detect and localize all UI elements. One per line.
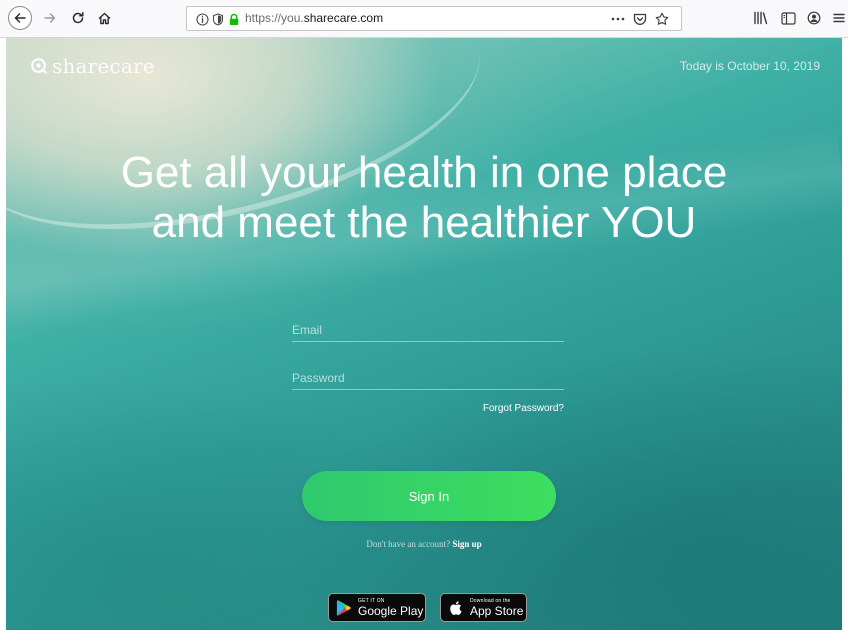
apple-icon [450,600,462,615]
account-icon[interactable] [805,9,823,27]
password-input[interactable] [292,368,564,388]
brand-name: sharecare [52,54,155,78]
email-input[interactable] [292,320,564,340]
bookmark-star-icon[interactable] [655,12,669,26]
google-play-small-text: GET IT ON [358,597,385,604]
forgot-password-link[interactable]: Forgot Password? [483,403,564,414]
headline-line-2: and meet the healthier YOU [151,198,697,247]
email-field-wrapper [292,319,564,342]
home-button[interactable] [92,6,116,30]
tracking-shield-icon[interactable] [211,12,225,26]
url-text[interactable]: https://you.sharecare.com [245,11,383,25]
app-store-small-text: Download on the [470,597,511,604]
no-account-text: Don't have an account? [366,539,451,549]
sharecare-logo[interactable]: sharecare [30,54,155,78]
lock-icon[interactable] [227,12,241,26]
sidebar-icon[interactable] [779,9,797,27]
url-domain: sharecare.com [303,11,384,25]
more-icon[interactable] [611,12,625,26]
library-icon[interactable] [752,9,770,27]
app-store-badge[interactable]: Download on the App Store [440,593,527,622]
reload-icon [72,12,84,24]
app-store-big-text: App Store [470,603,524,618]
sign-in-button[interactable]: Sign In [302,471,556,521]
google-play-badge[interactable]: GET IT ON Google Play [328,593,426,622]
today-date: Today is October 10, 2019 [679,59,820,73]
signup-prompt: Don't have an account? Sign up [6,539,842,549]
reload-button[interactable] [66,6,90,30]
back-arrow-icon [14,13,26,23]
pocket-icon[interactable] [633,12,647,26]
info-icon[interactable] [195,12,209,26]
page-viewport: sharecare Today is October 10, 2019 Get … [6,38,842,630]
page-headline: Get all your health in one place and mee… [6,148,842,248]
sign-up-link[interactable]: Sign up [452,539,481,549]
password-field-wrapper [292,367,564,390]
home-icon [98,12,110,24]
menu-icon[interactable] [830,9,848,27]
forward-button[interactable] [38,6,62,30]
back-button[interactable] [8,6,32,30]
google-play-icon [336,599,351,616]
browser-toolbar: https://you.sharecare.com [0,0,848,38]
google-play-texts: GET IT ON Google Play [358,597,424,618]
sharecare-logo-icon [31,58,47,74]
app-store-texts: Download on the App Store [470,597,524,618]
forward-arrow-icon [44,13,56,23]
google-play-big-text: Google Play [358,603,424,618]
headline-line-1: Get all your health in one place [120,148,728,197]
url-prefix: https://you. [245,11,304,25]
url-bar[interactable]: https://you.sharecare.com [186,6,682,31]
